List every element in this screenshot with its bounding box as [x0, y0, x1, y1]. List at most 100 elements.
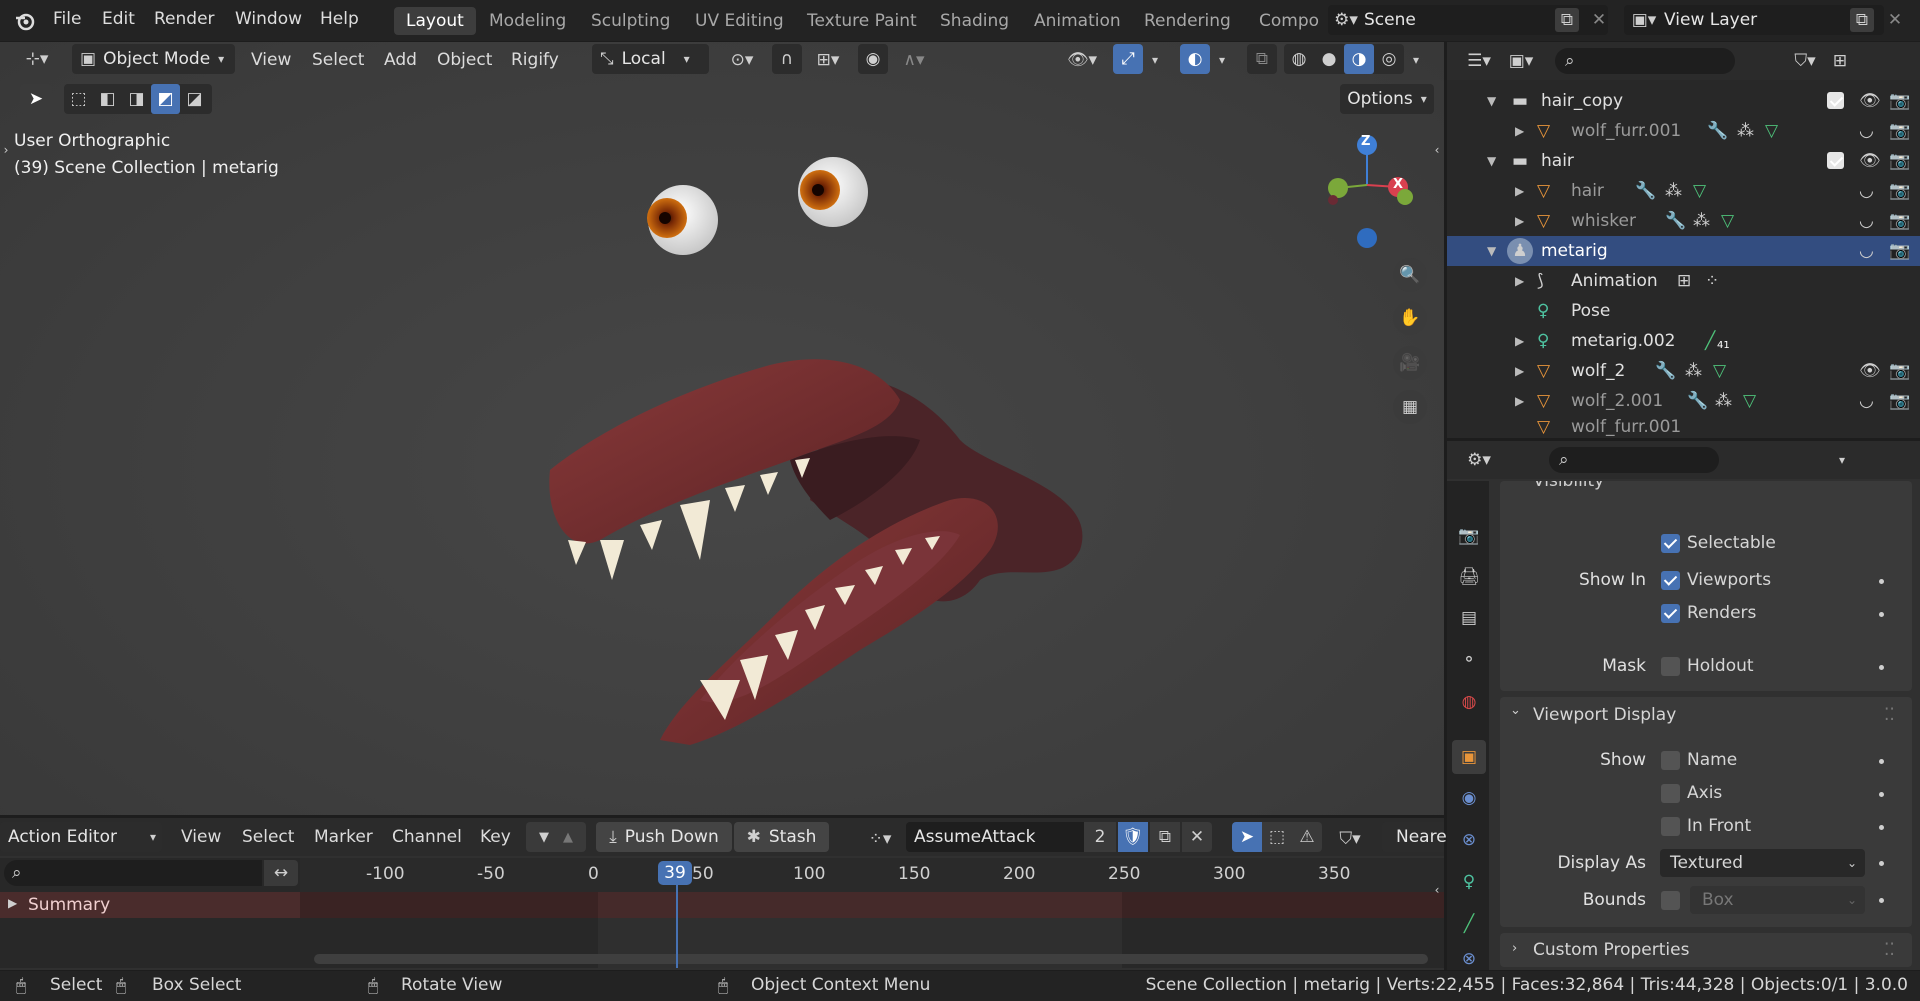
select-invert-icon[interactable]: ◩ [151, 84, 180, 114]
outliner-row[interactable]: ▶ ♀ metarig.002 ╱ 41 [1447, 326, 1920, 356]
menu-window[interactable]: Window [235, 9, 302, 29]
dopesheet-area[interactable] [300, 858, 1444, 968]
display-mode-icon[interactable]: ▣▾ [1499, 51, 1543, 71]
exclude-checkbox[interactable] [1827, 152, 1844, 169]
scene-tab-icon[interactable]: ⚬ [1455, 646, 1483, 674]
eye-icon[interactable]: 👁 [1859, 361, 1881, 381]
eye-hidden-icon[interactable]: ◡ [1859, 211, 1874, 231]
bounds-checkbox[interactable] [1661, 891, 1680, 910]
physics-tab-icon[interactable]: ◉ [1455, 784, 1483, 812]
navigation-gizmo[interactable]: Z X [1318, 130, 1418, 250]
zoom-icon[interactable]: 🔍 [1393, 258, 1427, 292]
down-arrow-icon[interactable]: ▼ [539, 830, 549, 845]
summary-channel[interactable]: ▶ Summary [0, 892, 300, 918]
select-extend-icon[interactable]: ◧ [93, 84, 122, 114]
viewport-display-header[interactable]: Viewport Display [1533, 705, 1676, 725]
show-hidden-icon[interactable]: ⬚ [1262, 822, 1292, 852]
renders-checkbox[interactable] [1661, 604, 1680, 623]
keyframe-dot[interactable] [1879, 898, 1884, 903]
expand-triangle-icon[interactable]: ▼ [1487, 154, 1496, 168]
view-layer-selector[interactable]: ▣▾ View Layer [1624, 5, 1884, 35]
close-scene-icon[interactable]: ✕ [1588, 8, 1610, 32]
push-up-down-buttons[interactable]: ▼ ▲ [526, 822, 586, 852]
tab-rendering[interactable]: Rendering [1132, 7, 1243, 35]
camera-render-icon[interactable]: 📷 [1889, 241, 1910, 261]
selectable-checkbox[interactable] [1661, 534, 1680, 553]
duplicate-action-icon[interactable]: ⧉ [1150, 822, 1180, 852]
only-errors-icon[interactable]: ⚠ [1292, 822, 1322, 852]
snap-target-icon[interactable]: ⊞▾ [806, 48, 850, 72]
overlay-toggle[interactable]: ◐ [1180, 44, 1210, 74]
expand-triangle-icon[interactable]: ▼ [1487, 94, 1496, 108]
menu-render[interactable]: Render [154, 9, 215, 29]
bone-constraint-tab-icon[interactable]: ⊗ [1455, 948, 1483, 970]
filter-icon[interactable]: ⛉▾ [1328, 827, 1372, 851]
in-front-checkbox[interactable] [1661, 817, 1680, 836]
transform-orientation-dropdown[interactable]: ⤡ Local ▾ [592, 44, 709, 74]
vp-menu-add[interactable]: Add [384, 50, 417, 70]
toolbar-toggle-icon[interactable]: › [0, 140, 12, 160]
tab-shading[interactable]: Shading [928, 7, 1021, 35]
outliner-row[interactable]: ▶ ▽ wolf_2 🔧 ⁂ ▽ 👁 📷 [1447, 356, 1920, 386]
xray-toggle[interactable]: ⧉ [1247, 44, 1277, 74]
falloff-icon[interactable]: ∧▾ [892, 48, 936, 72]
name-checkbox[interactable] [1661, 751, 1680, 770]
swap-arrows-icon[interactable]: ↔ [264, 860, 298, 886]
only-selected-icon[interactable]: ➤ [1232, 822, 1262, 852]
holdout-checkbox[interactable] [1661, 657, 1680, 676]
visibility-icon[interactable]: 👁▾ [1060, 48, 1104, 72]
keyframe-dot[interactable] [1879, 759, 1884, 764]
vp-menu-view[interactable]: View [251, 50, 291, 70]
chevron-down-icon[interactable]: ▾ [1212, 48, 1232, 72]
keyframe-dot[interactable] [1879, 665, 1884, 670]
vp-menu-object[interactable]: Object [437, 50, 492, 70]
scroll-track[interactable] [314, 954, 1428, 964]
new-collection-icon[interactable]: ⊞ [1825, 51, 1855, 71]
mode-dropdown[interactable]: ▣ Object Mode ▾ [72, 44, 235, 74]
editor-type-button[interactable]: ⊹▾ [14, 44, 60, 74]
bounds-dropdown[interactable]: Box ⌄ [1690, 886, 1865, 914]
eye-hidden-icon[interactable]: ◡ [1859, 241, 1874, 261]
fake-user-shield-icon[interactable]: 🛡 [1118, 822, 1148, 852]
filter-icon[interactable]: ⛉▾ [1785, 51, 1825, 71]
outliner-row[interactable]: ▶ ▽ wolf_2.001 🔧 ⁂ ▽ ◡ 📷 [1447, 386, 1920, 416]
exclude-checkbox[interactable] [1827, 92, 1844, 109]
camera-render-icon[interactable]: 📷 [1889, 121, 1910, 141]
select-subtract-icon[interactable]: ◨ [122, 84, 151, 114]
ae-menu-select[interactable]: Select [242, 827, 294, 847]
camera-view-icon[interactable]: 🎥 [1393, 346, 1427, 380]
outliner-row-selected[interactable]: ▼ ♟ metarig ◡ 📷 [1447, 236, 1920, 266]
bone-tab-icon[interactable]: ╱ [1455, 910, 1483, 938]
outliner-row[interactable]: ♀ Pose [1447, 296, 1920, 326]
outliner-row[interactable]: ▽ wolf_furr.001 [1447, 416, 1920, 438]
expand-triangle-icon[interactable]: ▶ [8, 896, 17, 910]
perspective-grid-icon[interactable]: ▦ [1393, 390, 1427, 424]
blender-logo-icon[interactable] [14, 10, 36, 32]
properties-editor-icon[interactable]: ⚙▾ [1457, 450, 1501, 470]
custom-properties-panel[interactable]: › Custom Properties ⁚⁚ [1500, 933, 1912, 967]
pan-hand-icon[interactable]: ✋ [1393, 301, 1427, 335]
sidebar-toggle-icon[interactable]: ‹ [1430, 880, 1444, 900]
tab-texture-paint[interactable]: Texture Paint [795, 7, 929, 35]
eye-hidden-icon[interactable]: ◡ [1859, 121, 1874, 141]
render-tab-icon[interactable]: 📷 [1455, 522, 1483, 550]
properties-search-input[interactable]: ⌕ [1549, 447, 1719, 473]
expand-triangle-icon[interactable]: ▶ [1515, 184, 1524, 198]
unlink-action-icon[interactable]: ✕ [1182, 822, 1212, 852]
keyframe-dot[interactable] [1879, 792, 1884, 797]
solid-shading-icon[interactable]: ● [1314, 44, 1344, 74]
ae-menu-channel[interactable]: Channel [392, 827, 462, 847]
expand-triangle-icon[interactable]: ▼ [1487, 244, 1496, 258]
chevron-down-icon[interactable]: ⌄ [1510, 703, 1521, 718]
rendered-shading-icon[interactable]: ◎ [1374, 44, 1404, 74]
pivot-icon[interactable]: ⊙▾ [722, 48, 762, 72]
new-scene-icon[interactable]: ⧉ [1555, 8, 1579, 32]
ae-menu-view[interactable]: View [181, 827, 221, 847]
action-editor-mode-dropdown[interactable]: Action Editor ▾ [0, 822, 162, 852]
vp-menu-rigify[interactable]: Rigify [511, 50, 559, 70]
drag-handle-icon[interactable]: ⁚⁚ [1884, 940, 1895, 960]
tab-animation[interactable]: Animation [1022, 7, 1133, 35]
tab-sculpting[interactable]: Sculpting [579, 7, 682, 35]
select-intersect-icon[interactable]: ◪ [180, 84, 209, 114]
material-shading-icon[interactable]: ◑ [1344, 44, 1374, 74]
